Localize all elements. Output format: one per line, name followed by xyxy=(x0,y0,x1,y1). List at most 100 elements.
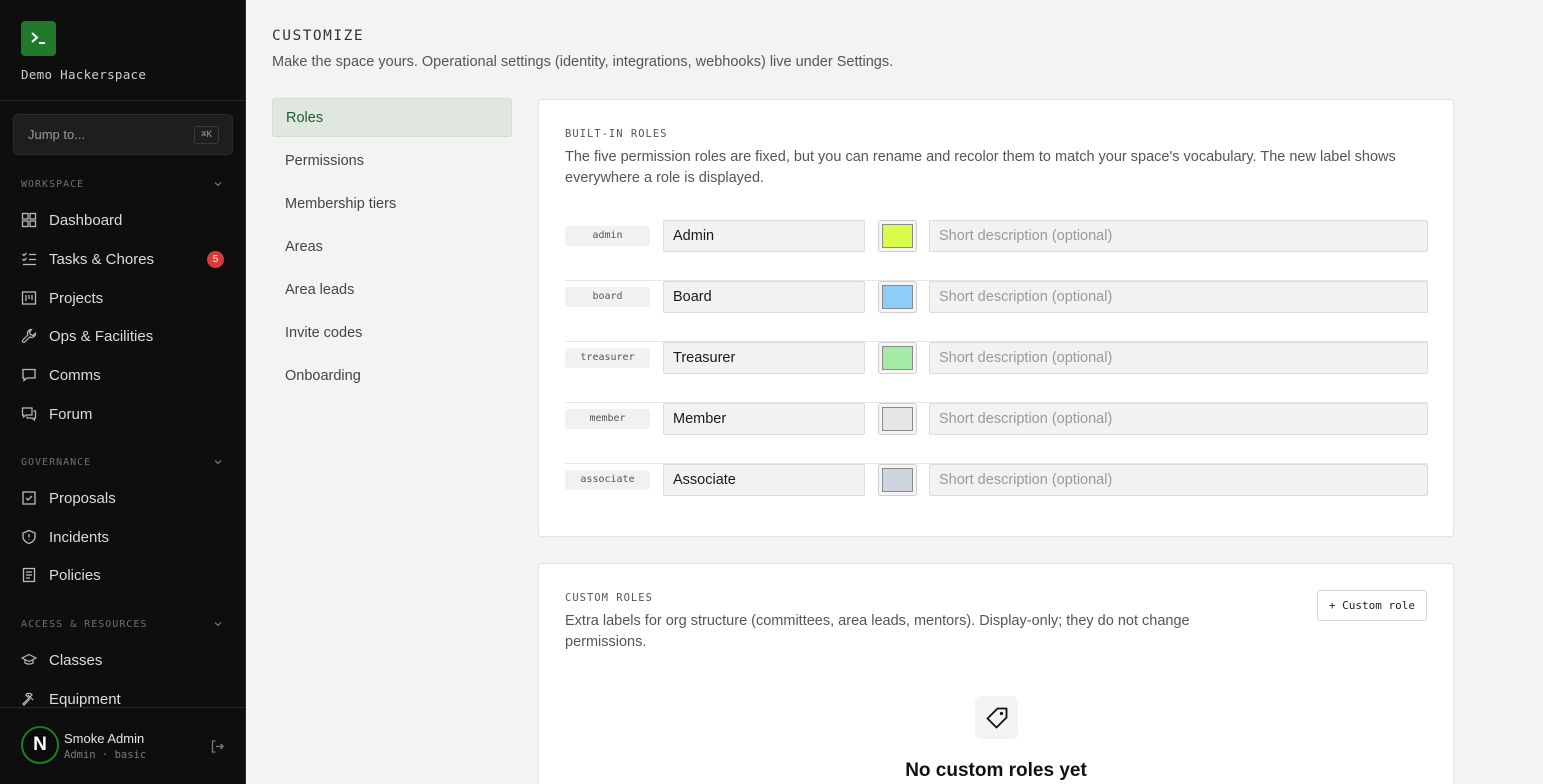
subnav-item-invite-codes[interactable]: Invite codes xyxy=(272,313,512,352)
jump-to-placeholder: Jump to... xyxy=(28,127,86,142)
user-name: Smoke Admin xyxy=(64,731,145,746)
sidebar-item-tasks[interactable]: Tasks & Chores 5 xyxy=(21,245,231,273)
brand-name: Demo Hackerspace xyxy=(21,67,147,82)
document-icon xyxy=(21,567,37,583)
role-description-input[interactable] xyxy=(929,281,1428,313)
sidebar-item-projects[interactable]: Projects xyxy=(21,284,231,312)
sidebar-item-forum[interactable]: Forum xyxy=(21,400,231,428)
add-custom-role-button[interactable]: + Custom role xyxy=(1316,590,1427,621)
sidebar: Demo Hackerspace Jump to... ⌘K WORKSPACE… xyxy=(0,0,246,784)
section-title: GOVERNANCE xyxy=(21,457,92,468)
builtin-roles-card: BUILT-IN ROLES The five permission roles… xyxy=(538,99,1454,537)
logout-icon[interactable] xyxy=(210,739,225,754)
role-color-picker[interactable] xyxy=(878,281,917,313)
section-title: WORKSPACE xyxy=(21,179,85,190)
page-subtitle: Make the space yours. Operational settin… xyxy=(272,54,894,70)
sidebar-item-label: Proposals xyxy=(49,489,116,507)
subnav-item-permissions[interactable]: Permissions xyxy=(272,141,512,180)
forum-icon xyxy=(21,406,37,422)
role-name-input[interactable]: Member xyxy=(663,403,865,435)
role-key-chip: associate xyxy=(565,470,650,490)
sidebar-item-classes[interactable]: Classes xyxy=(21,646,231,674)
sidebar-item-label: Incidents xyxy=(49,528,110,546)
color-swatch xyxy=(882,285,913,309)
brand: Demo Hackerspace xyxy=(0,0,245,101)
sidebar-item-label: Projects xyxy=(49,289,104,307)
tag-icon xyxy=(975,696,1018,739)
role-description-input[interactable] xyxy=(929,464,1428,496)
sidebar-item-label: Policies xyxy=(49,566,101,584)
role-description-input[interactable] xyxy=(929,220,1428,252)
subnav-item-areas[interactable]: Areas xyxy=(272,227,512,266)
user-panel: N Smoke Admin Admin · basic xyxy=(0,707,246,784)
builtin-roles-label: BUILT-IN ROLES xyxy=(565,128,668,140)
section-governance[interactable]: GOVERNANCE xyxy=(21,457,226,468)
role-name-input[interactable]: Board xyxy=(663,281,865,313)
tasks-count-badge: 5 xyxy=(207,251,224,268)
sidebar-item-label: Classes xyxy=(49,651,103,669)
graduation-cap-icon xyxy=(21,652,37,668)
subnav-item-onboarding[interactable]: Onboarding xyxy=(272,356,512,395)
role-key-chip: member xyxy=(565,409,650,429)
sidebar-item-incidents[interactable]: Incidents xyxy=(21,523,231,551)
sidebar-item-label: Ops & Facilities xyxy=(49,327,154,345)
role-color-picker[interactable] xyxy=(878,464,917,496)
avatar[interactable]: N xyxy=(21,726,59,764)
role-name-input[interactable]: Associate xyxy=(663,464,865,496)
shield-icon xyxy=(21,529,37,545)
terminal-logo-icon[interactable] xyxy=(21,21,56,56)
role-row-member: member Member xyxy=(565,403,1428,464)
sidebar-item-label: Forum xyxy=(49,405,93,423)
subnav-item-membership-tiers[interactable]: Membership tiers xyxy=(272,184,512,223)
chevron-down-icon xyxy=(214,182,222,187)
sidebar-item-dashboard[interactable]: Dashboard xyxy=(21,206,231,234)
sidebar-item-label: Comms xyxy=(49,366,101,384)
sidebar-item-label: Tasks & Chores xyxy=(49,250,155,268)
role-key-chip: admin xyxy=(565,226,650,246)
role-row-associate: associate Associate xyxy=(565,464,1428,525)
color-swatch xyxy=(882,224,913,248)
page-title: CUSTOMIZE xyxy=(272,28,365,44)
role-color-picker[interactable] xyxy=(878,342,917,374)
hammer-icon xyxy=(21,691,37,707)
color-swatch xyxy=(882,407,913,431)
color-swatch xyxy=(882,346,913,370)
subnav-item-roles[interactable]: Roles xyxy=(272,98,512,137)
sidebar-item-proposals[interactable]: Proposals xyxy=(21,484,231,512)
custom-roles-card: CUSTOM ROLES Extra labels for org struct… xyxy=(538,563,1454,784)
chat-icon xyxy=(21,367,37,383)
section-workspace[interactable]: WORKSPACE xyxy=(21,179,226,190)
subnav-item-area-leads[interactable]: Area leads xyxy=(272,270,512,309)
sidebar-item-policies[interactable]: Policies xyxy=(21,561,231,589)
role-description-input[interactable] xyxy=(929,403,1428,435)
role-color-picker[interactable] xyxy=(878,403,917,435)
wrench-icon xyxy=(21,328,37,344)
dashboard-icon xyxy=(21,212,37,228)
sidebar-item-comms[interactable]: Comms xyxy=(21,361,231,389)
custom-roles-label: CUSTOM ROLES xyxy=(565,592,653,604)
sidebar-item-ops[interactable]: Ops & Facilities xyxy=(21,322,231,350)
proposals-icon xyxy=(21,490,37,506)
role-name-input[interactable]: Admin xyxy=(663,220,865,252)
section-title: ACCESS & RESOURCES xyxy=(21,619,148,630)
shortcut-hint: ⌘K xyxy=(194,126,219,144)
user-role: Admin · basic xyxy=(64,749,147,761)
chevron-down-icon xyxy=(214,460,222,465)
role-row-treasurer: treasurer Treasurer xyxy=(565,342,1428,403)
jump-to-search[interactable]: Jump to... ⌘K xyxy=(13,114,233,155)
role-key-chip: treasurer xyxy=(565,348,650,368)
sidebar-item-label: Dashboard xyxy=(49,211,123,229)
role-name-input[interactable]: Treasurer xyxy=(663,342,865,374)
role-key-chip: board xyxy=(565,287,650,307)
color-swatch xyxy=(882,468,913,492)
empty-state-title: No custom roles yet xyxy=(905,760,1087,781)
role-color-picker[interactable] xyxy=(878,220,917,252)
projects-icon xyxy=(21,290,37,306)
role-description-input[interactable] xyxy=(929,342,1428,374)
builtin-roles-description: The five permission roles are fixed, but… xyxy=(565,149,1396,186)
section-access-resources[interactable]: ACCESS & RESOURCES xyxy=(21,619,226,630)
role-row-board: board Board xyxy=(565,281,1428,342)
tasks-icon xyxy=(21,251,37,267)
chevron-down-icon xyxy=(214,622,222,627)
role-row-admin: admin Admin xyxy=(565,220,1428,281)
